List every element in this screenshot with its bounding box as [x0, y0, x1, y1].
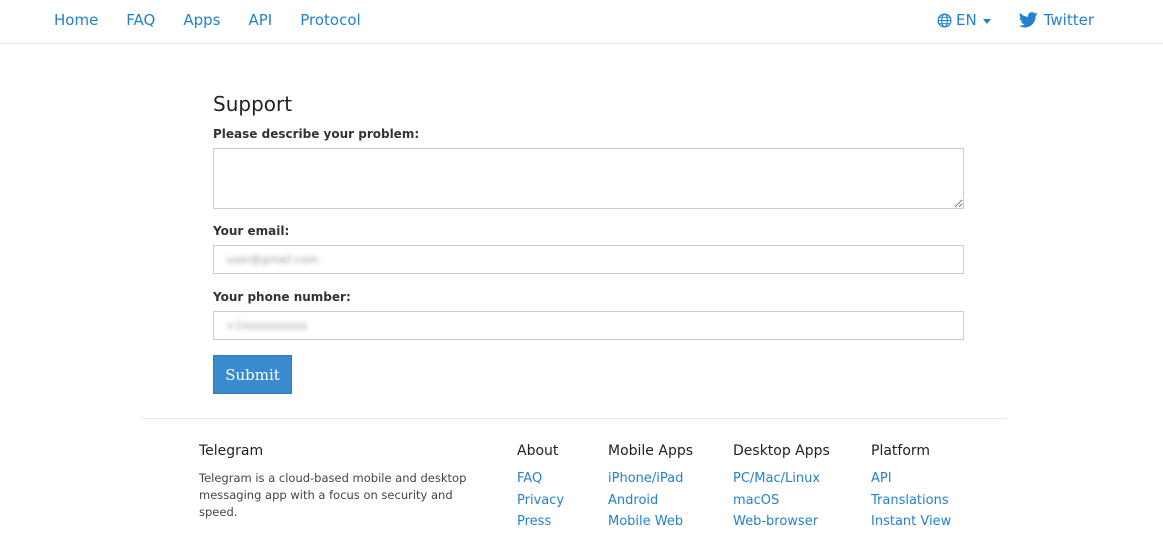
problem-label: Please describe your problem:: [213, 127, 420, 141]
footer-column-title: About: [517, 443, 559, 459]
footer-link-macos[interactable]: macOS: [733, 490, 830, 512]
footer-link-api[interactable]: API: [871, 468, 951, 490]
submit-button[interactable]: Submit: [213, 355, 292, 394]
main-nav: Home FAQ Apps API Protocol: [54, 11, 389, 29]
nav-protocol-link[interactable]: Protocol: [300, 11, 360, 29]
footer-about-text: Telegram is a cloud-based mobile and des…: [199, 471, 467, 519]
nav-apps-link[interactable]: Apps: [183, 11, 220, 29]
footer-column-title: Mobile Apps: [608, 443, 694, 459]
footer-link-web-browser[interactable]: Web-browser: [733, 511, 830, 533]
email-value: user@gmail.com: [226, 253, 319, 266]
language-label: EN: [956, 11, 977, 29]
language-selector[interactable]: EN: [937, 11, 991, 29]
globe-icon: [937, 13, 952, 27]
nav-home-link[interactable]: Home: [54, 11, 98, 29]
footer-link-privacy[interactable]: Privacy: [517, 490, 564, 512]
problem-textarea[interactable]: [213, 148, 964, 209]
phone-field[interactable]: +1xxxxxxxxxx: [213, 311, 964, 340]
nav-api-link[interactable]: API: [248, 11, 272, 29]
support-form: Support Please describe your problem: Yo…: [213, 92, 964, 394]
caret-down-icon: [982, 18, 991, 24]
email-label: Your email:: [213, 224, 290, 238]
footer-link-mobile-web[interactable]: Mobile Web: [608, 511, 693, 533]
footer-column-mobile-apps: Mobile Apps iPhone/iPad Android Mobile W…: [608, 442, 693, 533]
footer-column-title: Desktop Apps: [733, 443, 830, 459]
footer-divider: [141, 418, 1007, 419]
footer-link-pc-mac-linux[interactable]: PC/Mac/Linux: [733, 468, 830, 490]
nav-right: EN Twitter: [937, 11, 1094, 29]
footer-about: Telegram Telegram is a cloud-based mobil…: [199, 442, 474, 521]
footer-link-instant-view[interactable]: Instant View: [871, 511, 951, 533]
twitter-link[interactable]: Twitter: [1018, 11, 1094, 29]
footer-link-android[interactable]: Android: [608, 490, 693, 512]
phone-value: +1xxxxxxxxxx: [226, 319, 308, 332]
footer-link-translations[interactable]: Translations: [871, 490, 951, 512]
page-title: Support: [213, 92, 293, 116]
footer-about-title: Telegram: [199, 443, 264, 459]
footer-column-platform: Platform API Translations Instant View: [871, 442, 951, 533]
footer-link-faq[interactable]: FAQ: [517, 468, 564, 490]
footer-column-about: About FAQ Privacy Press: [517, 442, 564, 533]
twitter-label: Twitter: [1043, 11, 1094, 29]
nav-faq-link[interactable]: FAQ: [126, 11, 155, 29]
email-field[interactable]: user@gmail.com: [213, 245, 964, 274]
footer-column-title: Platform: [871, 443, 931, 459]
footer-link-iphone-ipad[interactable]: iPhone/iPad: [608, 468, 693, 490]
top-navigation: Home FAQ Apps API Protocol EN Twitter: [0, 0, 1163, 44]
footer-link-press[interactable]: Press: [517, 511, 564, 533]
phone-label: Your phone number:: [213, 290, 351, 304]
twitter-bird-icon: [1018, 12, 1038, 28]
footer-column-desktop-apps: Desktop Apps PC/Mac/Linux macOS Web-brow…: [733, 442, 830, 533]
